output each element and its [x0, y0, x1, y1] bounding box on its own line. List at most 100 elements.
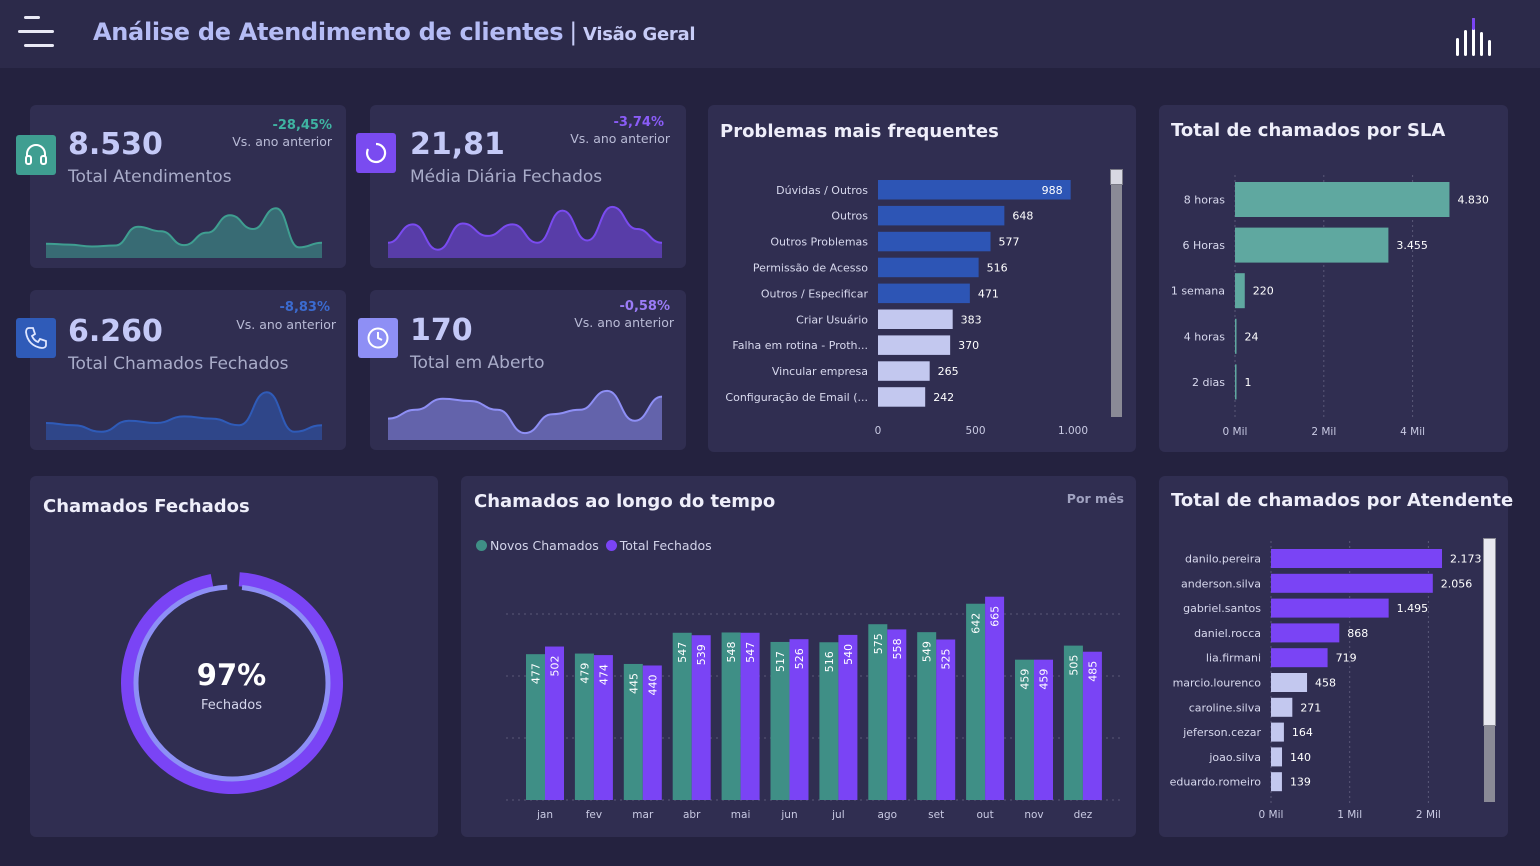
data-label: 271	[1300, 701, 1321, 714]
bar[interactable]	[1271, 598, 1389, 618]
data-label: 525	[940, 649, 953, 670]
x-tick-label: jan	[536, 809, 553, 821]
data-label: 24	[1245, 330, 1259, 343]
kpi-vs-label: Vs. ano anterior	[236, 317, 336, 332]
category-label: joao.silva	[1208, 751, 1261, 764]
x-tick-label: 2 Mil	[1311, 426, 1336, 438]
data-label: 558	[891, 638, 904, 659]
data-label: 1.495	[1397, 602, 1429, 615]
data-label: 485	[1086, 661, 1099, 682]
data-label: 1	[1245, 376, 1252, 389]
bar[interactable]	[878, 205, 1005, 226]
closed-label: Fechados	[200, 698, 263, 713]
problems-card: Problemas mais frequentes 0 500 1.000 Dúvid…	[708, 105, 1136, 452]
bar[interactable]	[1235, 318, 1237, 354]
category-label: Configuração de Email (...	[725, 391, 868, 404]
bar[interactable]	[1271, 549, 1443, 568]
kpi-card-media-diaria: 21,81 Média Diária Fechados -3,74% Vs. a…	[356, 105, 686, 268]
period-toggle[interactable]: Por mês	[1067, 491, 1124, 506]
bar[interactable]	[1235, 273, 1245, 309]
timeline-title: Chamados ao longo do tempo	[474, 491, 776, 512]
data-label: 516	[823, 651, 836, 672]
bar[interactable]	[1235, 364, 1237, 400]
category-label: 2 dias	[1192, 376, 1225, 389]
category-label: 6 Horas	[1183, 239, 1226, 252]
bar[interactable]	[878, 257, 979, 278]
bar[interactable]	[1271, 722, 1284, 742]
kpi-value: 21,81	[410, 127, 505, 162]
bar[interactable]	[1271, 697, 1293, 717]
bar[interactable]	[878, 309, 953, 330]
data-label: 505	[1067, 655, 1080, 676]
category-label: 4 horas	[1184, 330, 1225, 343]
data-label: 164	[1292, 726, 1313, 739]
kpi-delta: -3,74%	[613, 115, 665, 130]
bar[interactable]	[878, 335, 951, 355]
bar[interactable]	[1271, 747, 1283, 767]
bar[interactable]	[878, 283, 970, 304]
bar[interactable]	[1271, 648, 1328, 668]
bar[interactable]	[1235, 182, 1450, 217]
category-label: marcio.lourenco	[1173, 677, 1262, 690]
sla-title: Total de chamados por SLA	[1171, 120, 1446, 141]
data-label: 665	[989, 606, 1002, 627]
data-label: 517	[774, 651, 787, 672]
x-tick-label: 0 Mil	[1259, 809, 1284, 821]
data-label: 2.173	[1450, 553, 1482, 566]
kpi-label: Total Atendimentos	[68, 167, 232, 187]
sla-card: Total de chamados por SLA 0 Mil 2 Mil 4 Mi…	[1159, 105, 1508, 452]
bar[interactable]	[1271, 623, 1340, 643]
bar-chart-logo-icon	[1456, 18, 1491, 56]
x-tick-label: 1 Mil	[1337, 809, 1362, 821]
data-label: 440	[646, 674, 659, 695]
legend-item-novos[interactable]: Novos Chamados	[476, 538, 599, 553]
data-label: 474	[597, 664, 610, 685]
closed-percent: 97%	[196, 658, 267, 692]
category-label: lia.firmani	[1206, 652, 1261, 665]
category-label: Outros Problemas	[770, 236, 868, 249]
page-title-text: Análise de Atendimento de clientes	[93, 18, 564, 46]
x-tick-label: 1.000	[1058, 425, 1088, 437]
kpi-card-chamados-fechados: 6.260 Total Chamados Fechados -8,83% Vs.…	[16, 290, 346, 450]
x-tick-label: set	[928, 809, 944, 821]
kpi-sparkline	[388, 205, 662, 258]
legend-label: Novos Chamados	[490, 538, 599, 553]
category-label: Permissão de Acesso	[753, 261, 868, 274]
problems-scrollbar[interactable]	[1111, 169, 1122, 417]
bar[interactable]	[878, 361, 930, 381]
agents-scrollbar-thumb[interactable]	[1483, 538, 1496, 726]
x-tick-label: nov	[1024, 809, 1043, 821]
x-tick-label: jul	[831, 809, 845, 821]
problems-bar-chart: 0 500 1.000 Dúvidas / Outros 988 Outros 648 Out…	[725, 180, 1088, 437]
bar[interactable]	[878, 231, 991, 252]
kpi-value: 170	[410, 313, 473, 348]
data-label: 383	[961, 313, 982, 326]
data-label: 459	[1019, 669, 1032, 690]
clock-icon	[358, 318, 398, 358]
x-tick-label: mai	[731, 809, 751, 821]
header-bar: Análise de Atendimento de clientes | Visão…	[0, 0, 1540, 68]
data-label: 502	[549, 656, 562, 677]
legend-dot	[605, 540, 617, 551]
timeline-legend: Novos Chamados Total Fechados	[476, 538, 712, 553]
data-label: 549	[921, 641, 934, 662]
x-tick-label: dez	[1074, 809, 1093, 821]
bar[interactable]	[1271, 673, 1308, 692]
bar[interactable]	[1235, 227, 1389, 263]
legend-item-fechados[interactable]: Total Fechados	[605, 538, 712, 553]
bar[interactable]	[1271, 573, 1433, 593]
refresh-circle-icon	[356, 133, 396, 173]
kpi-value: 8.530	[68, 127, 163, 162]
sla-bar-chart: 0 Mil 2 Mil 4 Mil 8 horas 4.830 6 Horas 3.455 1…	[1171, 175, 1489, 438]
bar[interactable]	[878, 387, 926, 407]
legend-label: Total Fechados	[619, 538, 712, 553]
problems-scrollbar-thumb[interactable]	[1110, 169, 1123, 185]
hamburger-menu-icon[interactable]	[18, 15, 56, 49]
x-tick-label: jun	[780, 809, 797, 821]
category-label: Falha em rotina - Proth...	[732, 339, 868, 352]
bar[interactable]	[1271, 772, 1282, 792]
kpi-vs-label: Vs. ano anterior	[570, 131, 670, 146]
data-label: 477	[530, 663, 543, 684]
category-label: 1 semana	[1171, 285, 1225, 298]
x-tick-label: fev	[586, 809, 602, 821]
